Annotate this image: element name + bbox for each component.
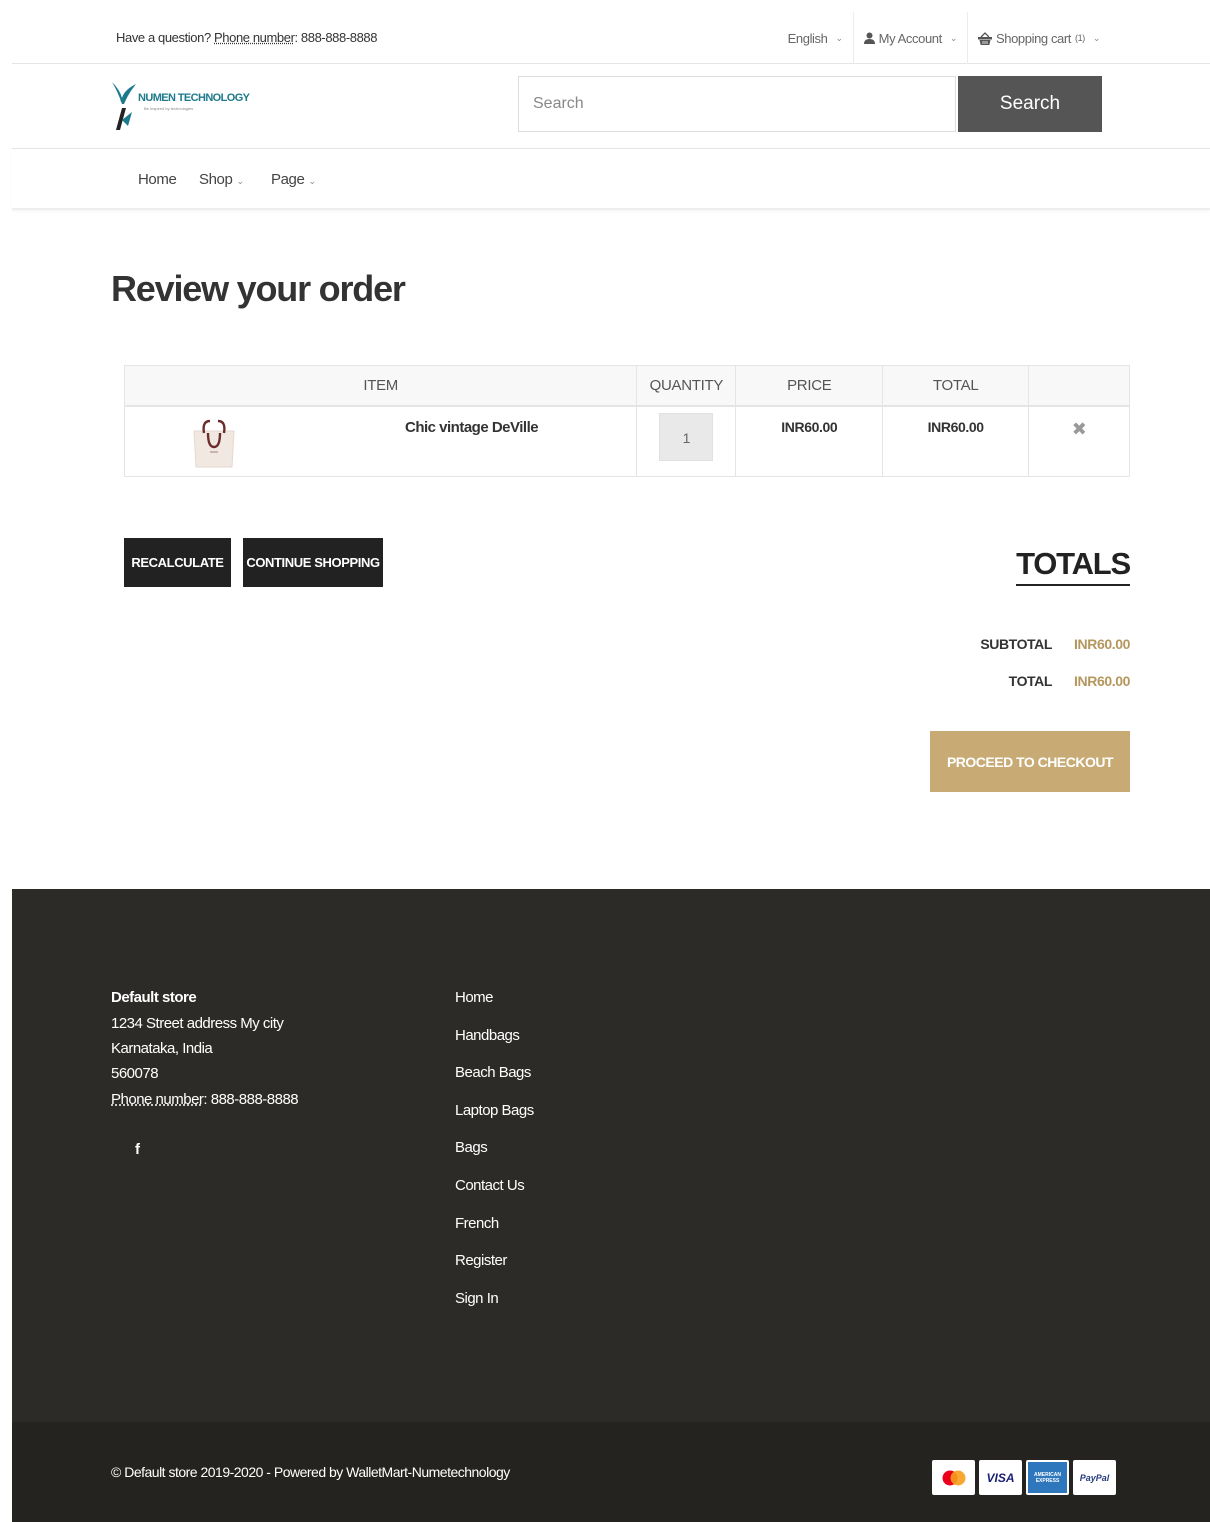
continue-shopping-button[interactable]: CONTINUE SHOPPING [243, 538, 383, 587]
price-cell: INR60.00 [735, 405, 884, 477]
footer: Default store 1234 Street address My cit… [12, 889, 1210, 1422]
footer-link-register[interactable]: Register [455, 1252, 534, 1290]
language-label: English [787, 30, 828, 46]
account-label: My Account [878, 30, 943, 46]
cart-count: (1) [1075, 33, 1085, 43]
header-remove [1028, 365, 1130, 407]
table-header-row: ITEM QUANTITY PRICE TOTAL [123, 365, 1130, 407]
totals-title: TOTALS [1016, 546, 1131, 586]
footer-phone: Phone number: 888-888-8888 [111, 1091, 299, 1108]
subtotal-value: INR60.00 [1074, 636, 1130, 652]
cart-label: Shopping cart [996, 30, 1072, 46]
header-price: PRICE [735, 365, 884, 407]
search-placeholder: Search [533, 95, 584, 112]
address-zip: 560078 [111, 1065, 159, 1082]
user-icon [863, 32, 875, 44]
mastercard-icon [932, 1460, 975, 1495]
nav-page-label: Page [271, 171, 305, 188]
question-text: Have a question? [116, 30, 211, 45]
chevron-down-icon: ⌄ [835, 32, 843, 43]
footer-phone-number: : 888-888-8888 [203, 1091, 299, 1108]
footer-link-laptop-bags[interactable]: Laptop Bags [455, 1102, 534, 1140]
footer-link-bags[interactable]: Bags [455, 1139, 534, 1177]
nav-shop-label: Shop [199, 171, 233, 188]
top-menu: English ⌄ My Account ⌄ Shopping cart (1) … [778, 12, 1110, 64]
shopping-cart-menu[interactable]: Shopping cart (1) ⌄ [968, 12, 1110, 64]
item-cell: Chic vintage DeVille [123, 405, 638, 477]
paypal-icon: PayPal [1073, 1460, 1116, 1495]
basket-icon [978, 31, 992, 45]
remove-icon[interactable]: ✖ [1072, 419, 1087, 439]
chevron-down-icon: ⌄ [1092, 32, 1101, 43]
language-selector[interactable]: English ⌄ [778, 12, 854, 64]
facebook-icon[interactable]: f [135, 1141, 140, 1158]
numen-logo-icon [112, 82, 136, 130]
search-button[interactable]: Search [958, 76, 1102, 132]
amex-label: AMERICAN EXPRESS [1028, 1462, 1067, 1493]
page-title: Review your order [111, 268, 406, 309]
contact-question: Have a question? Phone number: 888-888-8… [116, 30, 377, 45]
store-name: Default store [111, 989, 197, 1006]
address-line-2: Karnataka, India [111, 1040, 213, 1057]
nav-home[interactable]: Home [138, 171, 177, 188]
remove-cell: ✖ [1028, 405, 1130, 477]
amex-icon: AMERICAN EXPRESS [1026, 1460, 1069, 1495]
search-input[interactable]: Search [518, 76, 956, 132]
product-name[interactable]: Chic vintage DeVille [405, 419, 539, 436]
proceed-to-checkout-button[interactable]: PROCEED TO CHECKOUT [930, 731, 1130, 792]
main-nav: Home Shop ⌄ Page ⌄ [12, 149, 1210, 210]
quantity-cell: 1 [636, 405, 737, 477]
top-bar: Have a question? Phone number: 888-888-8… [12, 12, 1210, 64]
my-account-menu[interactable]: My Account ⌄ [854, 12, 968, 64]
total-row: TOTAL INR60.00 [1008, 673, 1131, 689]
brand-name: NUMEN TECHNOLOGY [138, 92, 250, 104]
footer-links: Home Handbags Beach Bags Laptop Bags Bag… [455, 989, 534, 1327]
quantity-input[interactable]: 1 [659, 412, 714, 461]
header-item: ITEM [123, 365, 638, 407]
header: NUMEN TECHNOLOGY Be Inspired by technolo… [12, 64, 1210, 149]
total-cell: INR60.00 [882, 405, 1030, 477]
phone-label: Phone number [214, 30, 295, 45]
phone-number: : 888-888-8888 [294, 30, 378, 45]
footer-link-handbags[interactable]: Handbags [455, 1027, 534, 1065]
footer-link-contact-us[interactable]: Contact Us [455, 1177, 534, 1215]
nav-shop[interactable]: Shop ⌄ [199, 171, 244, 188]
footer-link-home[interactable]: Home [455, 989, 534, 1027]
footer-link-sign-in[interactable]: Sign In [455, 1290, 534, 1328]
header-total: TOTAL [882, 365, 1030, 407]
visa-icon: VISA [979, 1460, 1022, 1495]
footer-link-french[interactable]: French [455, 1215, 534, 1253]
bottom-bar: © Default store 2019-2020 - Powered by W… [12, 1422, 1210, 1522]
chevron-down-icon: ⌄ [308, 176, 316, 186]
total-label: TOTAL [1008, 673, 1053, 689]
recalculate-button[interactable]: RECALCULATE [124, 538, 231, 587]
product-image[interactable] [190, 416, 238, 469]
footer-link-beach-bags[interactable]: Beach Bags [455, 1064, 534, 1102]
subtotal-label: SUBTOTAL [980, 636, 1053, 652]
chevron-down-icon: ⌄ [236, 176, 244, 186]
subtotal-row: SUBTOTAL INR60.00 [980, 636, 1130, 652]
brand-tagline: Be Inspired by technologies [144, 106, 194, 111]
total-value: INR60.00 [1074, 673, 1130, 689]
header-quantity: QUANTITY [636, 365, 737, 407]
address-line-1: 1234 Street address My city [111, 1015, 284, 1032]
logo[interactable]: NUMEN TECHNOLOGY Be Inspired by technolo… [110, 80, 250, 132]
cart-table: ITEM QUANTITY PRICE TOTAL Chic vintage D… [123, 365, 1130, 477]
nav-page[interactable]: Page ⌄ [271, 171, 316, 188]
chevron-down-icon: ⌄ [949, 32, 958, 43]
table-row: Chic vintage DeVille 1 INR60.00 INR60.00… [123, 405, 1130, 477]
copyright: © Default store 2019-2020 - Powered by W… [111, 1464, 510, 1480]
footer-phone-label: Phone number [111, 1091, 204, 1108]
